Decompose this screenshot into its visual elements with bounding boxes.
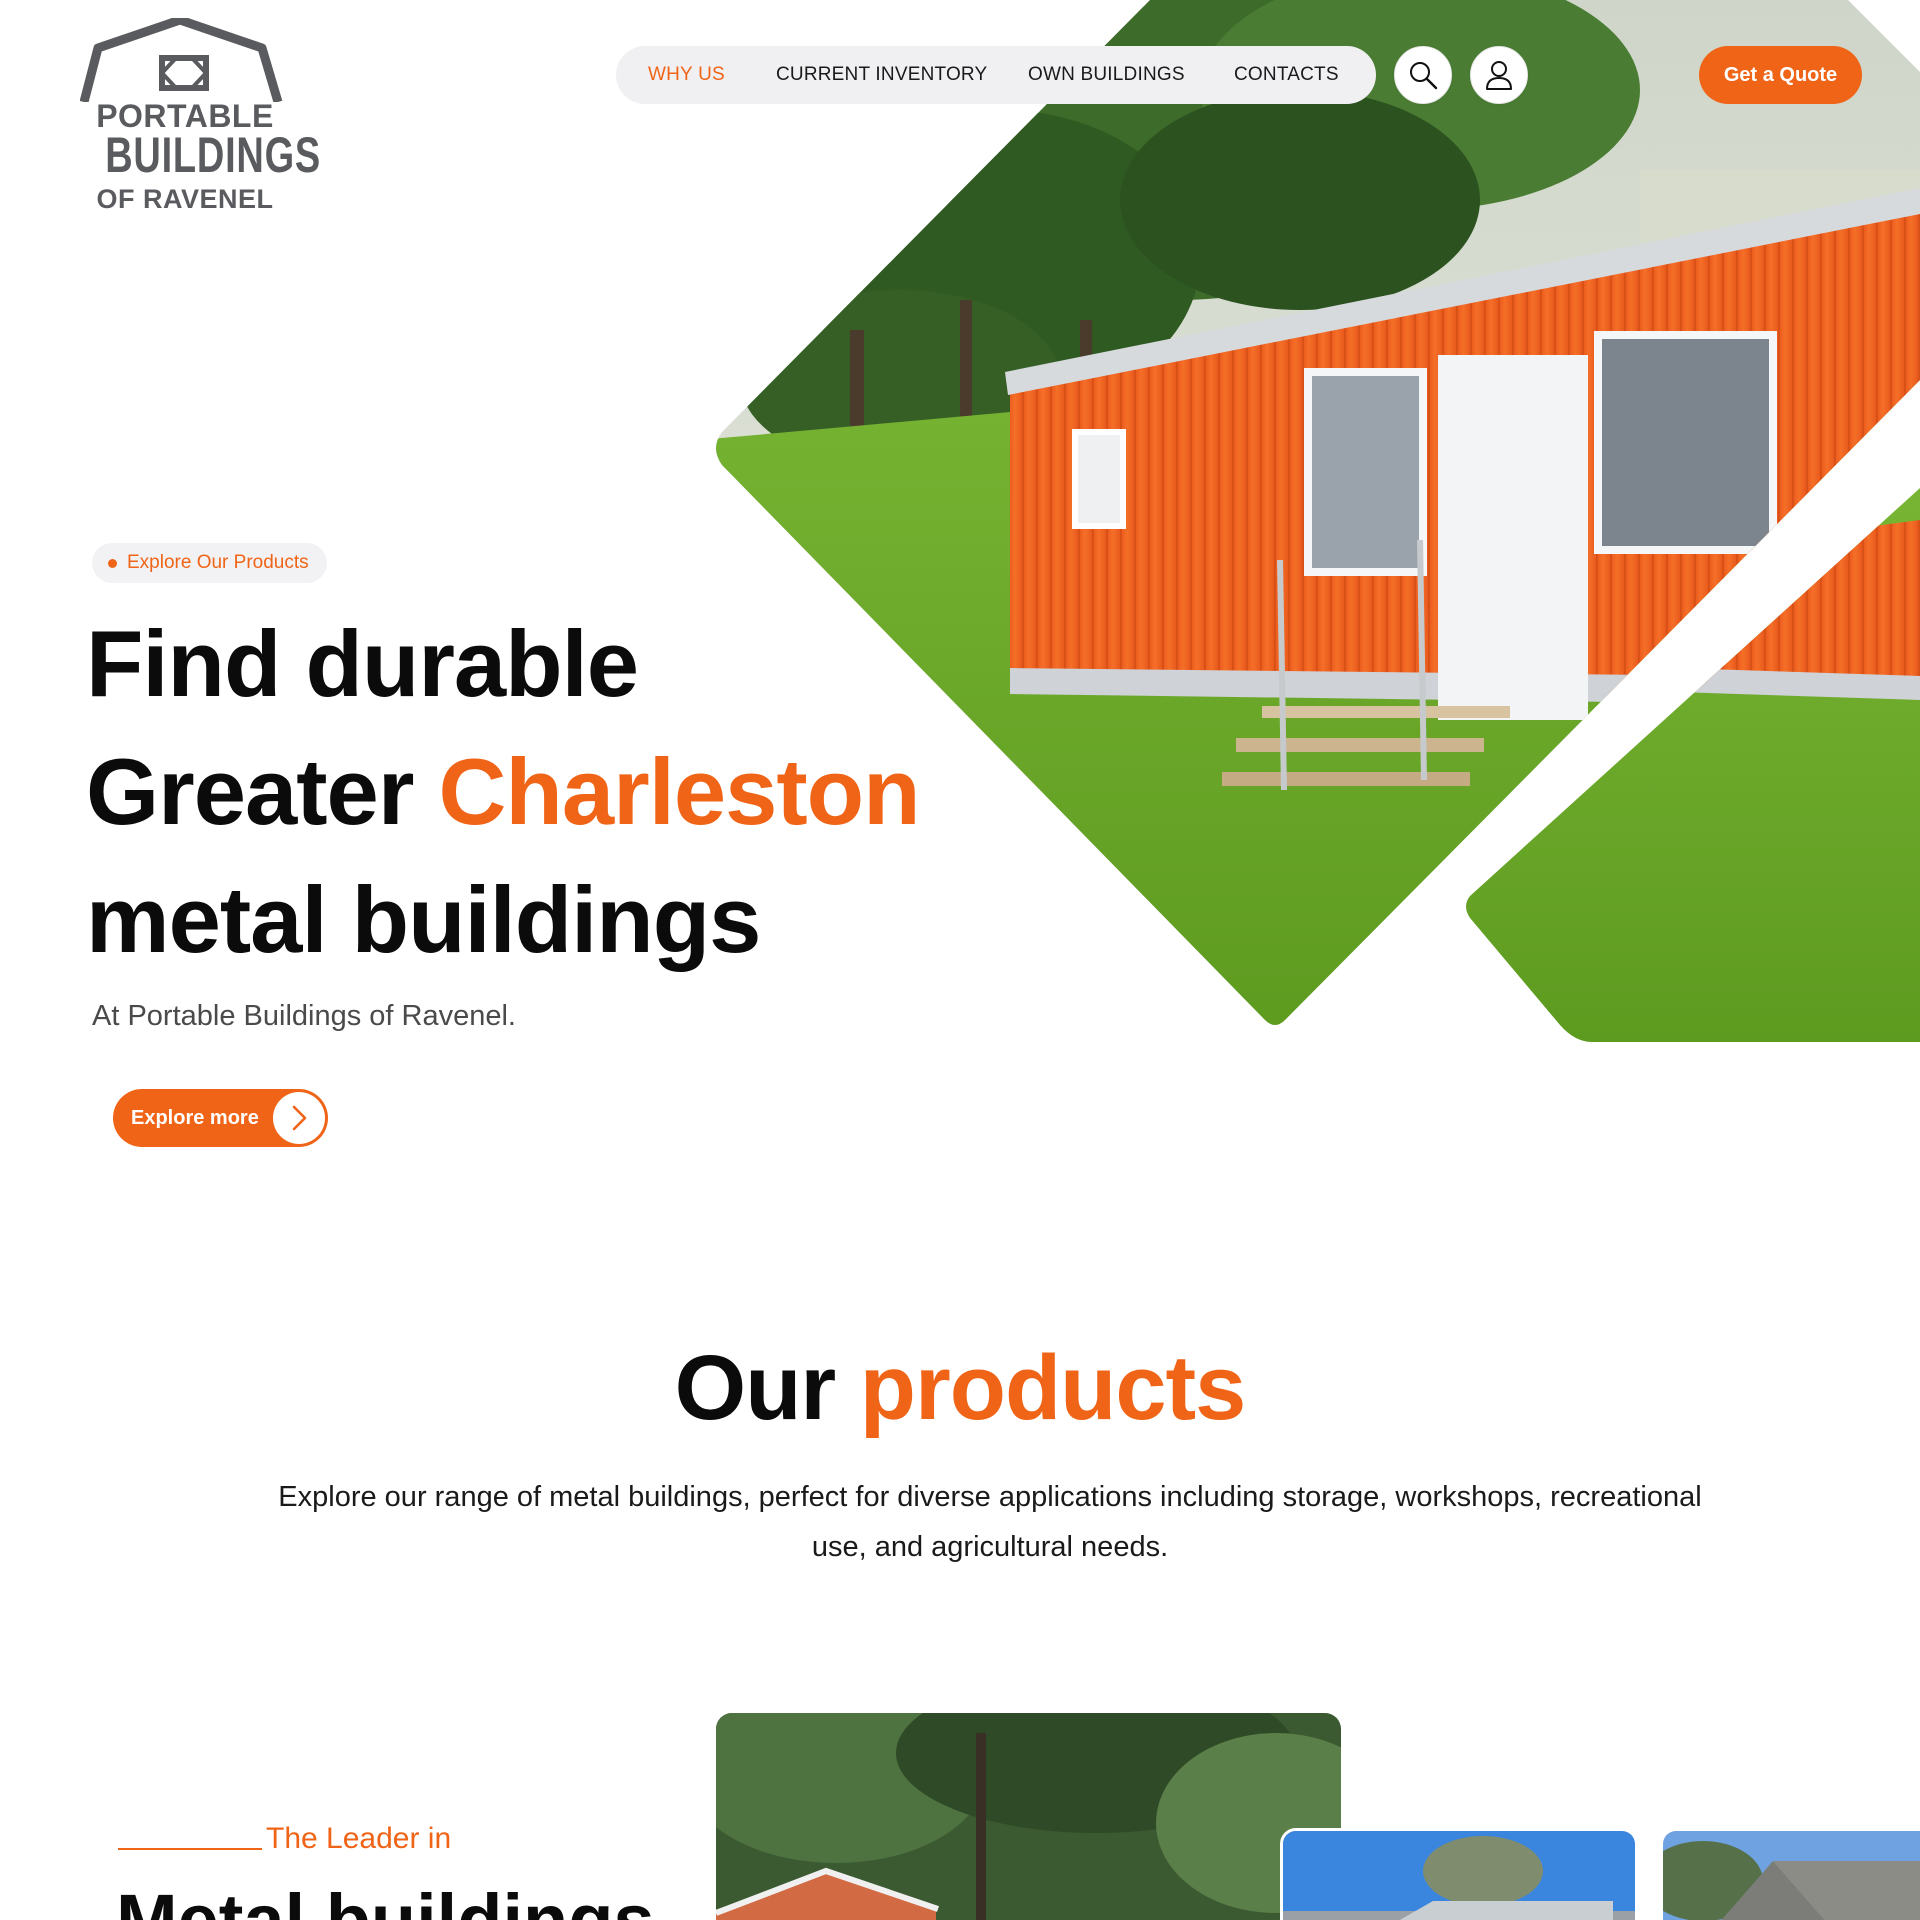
brand-logo[interactable]: PORTABLE BUILDINGS OF RAVENEL [80, 18, 322, 218]
barn-roof-icon [80, 18, 283, 102]
explore-more-button[interactable]: Explore more [113, 1089, 328, 1147]
product-card-image[interactable] [1660, 1828, 1920, 1920]
chip-dot-icon [108, 558, 117, 568]
gray-barn-photo [1663, 1831, 1920, 1920]
account-button[interactable] [1470, 46, 1528, 104]
chip-label: Explore Our Products [127, 552, 309, 573]
hero-subtitle: At Portable Buildings of Ravenel. [92, 1000, 516, 1032]
hero-title-accent: Charleston [438, 739, 921, 844]
forest-building-photo [716, 1713, 1341, 1920]
logo-line-2: BUILDINGS [105, 127, 322, 183]
search-button[interactable] [1394, 46, 1452, 104]
products-description: Explore our range of metal buildings, pe… [278, 1481, 1702, 1563]
chevron-right-icon [273, 1092, 325, 1144]
main-nav: WHY US CURRENT INVENTORY OWN BUILDINGS C… [616, 46, 1376, 104]
products-eyebrow: The Leader in [266, 1822, 452, 1855]
get-a-quote-button[interactable]: Get a Quote [1699, 46, 1862, 104]
products-heading: Metal buildings [116, 1878, 655, 1920]
user-icon [1486, 61, 1512, 90]
explore-products-chip[interactable]: Explore Our Products [92, 543, 327, 583]
logo-line-3: OF RAVENEL [96, 184, 274, 214]
blue-sky-building-photo [1283, 1831, 1635, 1920]
hero-title-line-3: metal buildings [86, 867, 761, 972]
hero-title-line-2-plain: Greater [86, 739, 439, 844]
nav-item-current-inventory[interactable]: CURRENT INVENTORY [776, 46, 987, 104]
hero-title-line-1: Find durable [86, 611, 639, 716]
products-section-title: Our products [0, 1336, 1920, 1441]
nav-item-own-buildings[interactable]: OWN BUILDINGS [1028, 46, 1185, 104]
hero-title-line-2: Greater Charleston [86, 728, 921, 856]
search-icon [1410, 62, 1438, 90]
products-title-accent: products [859, 1337, 1247, 1439]
nav-item-why-us[interactable]: WHY US [648, 46, 725, 104]
eyebrow-divider [118, 1848, 262, 1850]
product-card-image[interactable] [1280, 1828, 1638, 1920]
product-card-image[interactable] [716, 1713, 1341, 1920]
hero-title: Find durable Greater Charleston metal bu… [86, 600, 921, 984]
nav-item-contacts[interactable]: CONTACTS [1234, 46, 1339, 104]
explore-more-label: Explore more [131, 1107, 259, 1129]
products-title-plain: Our [674, 1337, 860, 1439]
